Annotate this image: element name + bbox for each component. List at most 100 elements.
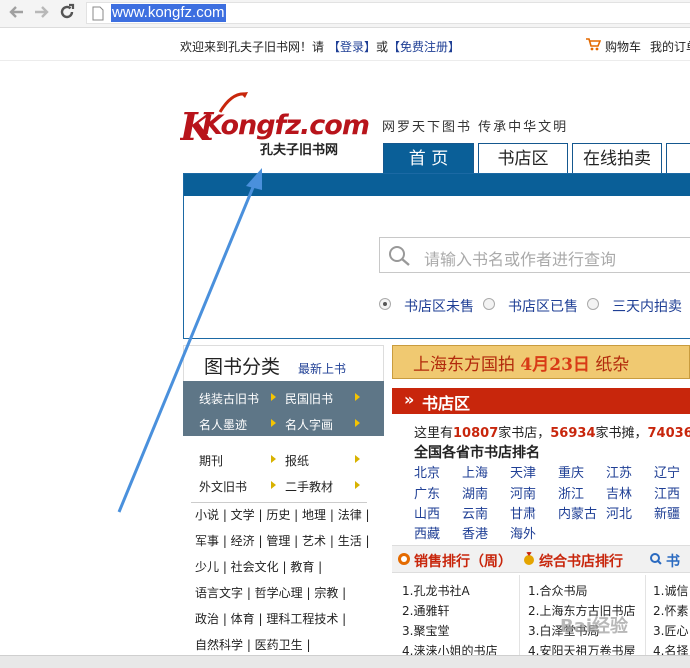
ranking-item[interactable]: 1.孔龙书社A: [402, 582, 470, 599]
login-link[interactable]: 【登录】: [328, 38, 376, 55]
province-link[interactable]: 天津: [510, 462, 536, 481]
category-line[interactable]: 政治 | 体育 | 理科工程技术 |: [195, 610, 346, 627]
province-link[interactable]: 广东: [414, 483, 440, 502]
radio-unsold[interactable]: [379, 298, 391, 310]
category-line[interactable]: 自然科学 | 医药卫生 |: [195, 636, 311, 653]
banner-text-before: 上海东方国拍: [413, 355, 515, 375]
chevron-right-icon: [355, 419, 360, 427]
province-link[interactable]: 浙江: [558, 483, 584, 502]
search-icon: [389, 246, 410, 266]
province-link[interactable]: 内蒙古: [558, 503, 597, 522]
orders-link[interactable]: 我的订单: [650, 38, 690, 55]
chevron-right-icon: [271, 481, 276, 489]
chevron-right-icon: [271, 455, 276, 463]
chevron-right-icon: [355, 481, 360, 489]
stats-text: 家书摊，: [595, 426, 648, 441]
province-link[interactable]: 新疆: [654, 503, 680, 522]
province-link[interactable]: 河南: [510, 483, 536, 502]
province-link[interactable]: 江苏: [606, 462, 632, 481]
radio-auction-label[interactable]: 三天内拍卖: [612, 296, 682, 316]
category-featured: 线装古旧书 民国旧书 名人墨迹 名人字画: [183, 381, 384, 436]
radio-auction[interactable]: [587, 298, 599, 310]
tab-home[interactable]: 首 页: [383, 143, 474, 174]
ranking-item[interactable]: 2.怀素: [653, 602, 688, 619]
province-link[interactable]: 海外: [510, 523, 536, 542]
category-item[interactable]: 名人墨迹: [199, 416, 247, 433]
category-item[interactable]: 民国旧书: [285, 390, 333, 407]
bookstore-section-header: » 书店区: [392, 388, 690, 414]
ranking-item[interactable]: 1.诚信: [653, 582, 688, 599]
stats-text: 这里有: [414, 426, 454, 441]
category-line[interactable]: 军事 | 经济 | 管理 | 艺术 | 生活 |: [195, 532, 370, 549]
chevron-right-icon: [355, 393, 360, 401]
tab-auction[interactable]: 在线拍卖: [572, 143, 662, 174]
radio-sold-label[interactable]: 书店区已售: [508, 296, 578, 316]
auction-banner[interactable]: 上海东方国拍 4月23日 纸杂: [392, 345, 690, 379]
ranking-item[interactable]: 1.合众书局: [528, 582, 587, 599]
category-item[interactable]: 线装古旧书: [199, 390, 259, 407]
latest-books-link[interactable]: 最新上书: [298, 360, 346, 377]
province-link[interactable]: 辽宁: [654, 462, 680, 481]
province-ranking-title: 全国各省市书店排名: [414, 445, 540, 461]
chevron-right-icon: [271, 393, 276, 401]
province-link[interactable]: 湖南: [462, 483, 488, 502]
arrow-right-icon: [35, 6, 49, 18]
site-logo[interactable]: K Kongfz.com 孔夫子旧书网: [179, 92, 370, 158]
province-link[interactable]: 江西: [654, 483, 680, 502]
category-line[interactable]: 语言文字 | 哲学心理 | 宗教 |: [195, 584, 346, 601]
province-link[interactable]: 香港: [462, 523, 488, 542]
divider: [191, 502, 367, 503]
category-line[interactable]: 小说 | 文学 | 历史 | 地理 | 法律 |: [195, 506, 370, 523]
ranking-item[interactable]: 3.聚宝堂: [402, 622, 449, 639]
province-link[interactable]: 重庆: [558, 462, 584, 481]
province-link[interactable]: 上海: [462, 462, 488, 481]
tab-bookstore[interactable]: 书店区: [478, 143, 568, 174]
cart-icon: [586, 38, 601, 51]
tab-more[interactable]: [666, 143, 690, 174]
logo-text: Kongfz.com: [202, 110, 370, 141]
search-placeholder: 请输入书名或作者进行查询: [424, 250, 617, 269]
province-link[interactable]: 西藏: [414, 523, 440, 542]
province-link[interactable]: 河北: [606, 503, 632, 522]
tab-book-ranking[interactable]: 书: [666, 551, 680, 571]
radio-sold[interactable]: [483, 298, 495, 310]
reload-button[interactable]: [56, 2, 78, 24]
category-item[interactable]: 期刊: [199, 452, 223, 469]
ranking-item[interactable]: 2.通雅轩: [402, 602, 449, 619]
search-input[interactable]: 请输入书名或作者进行查询: [379, 237, 690, 273]
register-link[interactable]: 【免费注册】: [388, 38, 460, 55]
search-panel: 请输入书名或作者进行查询 书店区未售 书店区已售 三天内拍卖: [183, 173, 690, 339]
category-item[interactable]: 名人字画: [285, 416, 333, 433]
status-strip: [0, 655, 690, 668]
watermark: Bai经验: [560, 616, 629, 637]
url-text[interactable]: www.kongfz.com: [111, 4, 226, 22]
panel-top-strip: [184, 174, 690, 196]
province-link[interactable]: 山西: [414, 503, 440, 522]
category-line[interactable]: 少儿 | 社会文化 | 教育 |: [195, 558, 322, 575]
province-link[interactable]: 甘肃: [510, 503, 536, 522]
category-item[interactable]: 报纸: [285, 452, 309, 469]
radio-unsold-label[interactable]: 书店区未售: [404, 296, 474, 316]
back-button[interactable]: [6, 2, 28, 24]
cart-link[interactable]: 购物车: [605, 38, 641, 55]
reload-icon: [60, 3, 75, 19]
address-bar[interactable]: www.kongfz.com: [86, 2, 690, 24]
province-link[interactable]: 吉林: [606, 483, 632, 502]
search-ranking-icon: [650, 553, 663, 566]
third-count: 740363: [647, 426, 690, 441]
category-item[interactable]: 二手教材: [285, 478, 333, 495]
tab-weekly-sales[interactable]: 销售排行（周）: [414, 551, 512, 571]
province-link[interactable]: 北京: [414, 462, 440, 481]
or-text: 或: [376, 40, 389, 54]
shop-count: 10807: [453, 426, 499, 441]
medal-icon: [524, 552, 534, 565]
ranking-item[interactable]: 3.匠心: [653, 622, 688, 639]
tab-bookstore-ranking[interactable]: 综合书店排行: [539, 551, 623, 571]
chevron-right-icon: [355, 455, 360, 463]
top-notice-bar: 欢迎来到孔夫子旧书网！请 【登录】 或 【免费注册】 购物车 我的订单: [0, 29, 690, 61]
forward-button[interactable]: [30, 2, 52, 24]
category-item[interactable]: 外文旧书: [199, 478, 247, 495]
province-link[interactable]: 云南: [462, 503, 488, 522]
arrow-left-icon: [9, 6, 23, 18]
welcome-text: 欢迎来到孔夫子旧书网！请: [180, 40, 325, 54]
